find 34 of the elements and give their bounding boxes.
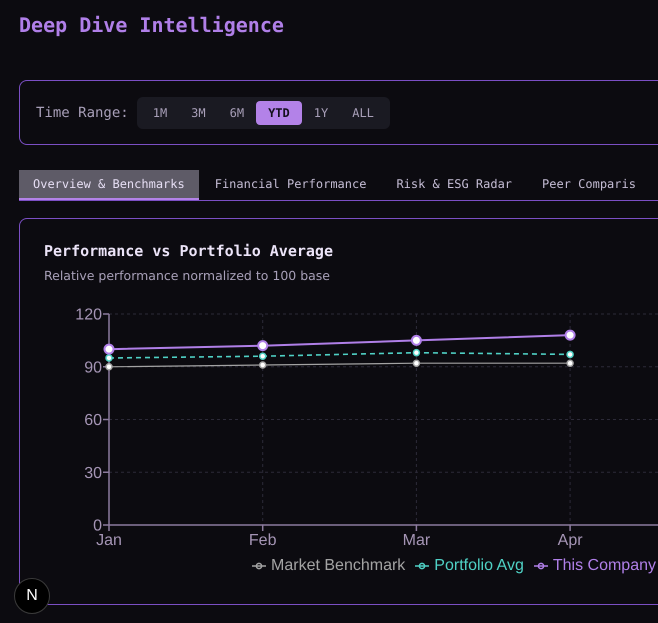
tab[interactable]: Financial Performance bbox=[200, 170, 380, 200]
y-axis-label: 30 bbox=[84, 464, 102, 482]
data-point bbox=[564, 330, 576, 341]
x-axis-label: Apr bbox=[558, 532, 583, 549]
time-range-button[interactable]: 1Y bbox=[302, 101, 340, 125]
dev-tools-button[interactable]: N bbox=[14, 578, 50, 614]
card-subtitle: Relative performance normalized to 100 base bbox=[44, 267, 331, 285]
x-axis-label: Mar bbox=[402, 532, 430, 549]
data-point bbox=[412, 359, 420, 367]
tab[interactable]: Peer Comparis bbox=[528, 170, 650, 200]
time-range-button[interactable]: 6M bbox=[218, 101, 256, 125]
legend-marker-icon bbox=[534, 562, 548, 570]
y-axis-label: 120 bbox=[75, 306, 102, 324]
legend-marker-icon bbox=[415, 562, 430, 570]
tab[interactable]: Risk & ESG Radar bbox=[382, 170, 526, 200]
y-axis-label: 60 bbox=[84, 412, 102, 429]
legend-marker-icon bbox=[252, 562, 266, 570]
page-title: Deep Dive Intelligence bbox=[19, 12, 285, 38]
time-range-button[interactable]: YTD bbox=[256, 101, 302, 125]
data-point bbox=[410, 334, 422, 346]
legend-label: Market Benchmark bbox=[271, 556, 406, 576]
time-range-label: Time Range: bbox=[36, 105, 129, 121]
card-title: Performance vs Portfolio Average bbox=[44, 241, 334, 261]
tab[interactable]: Overview & Benchmarks bbox=[19, 170, 199, 200]
data-point bbox=[412, 348, 420, 356]
x-axis-label: Feb bbox=[248, 532, 276, 549]
time-range-button[interactable]: ALL bbox=[340, 101, 386, 125]
y-axis-label: 0 bbox=[93, 518, 102, 534]
time-range-button[interactable]: 1M bbox=[140, 101, 180, 125]
y-axis-label: 90 bbox=[84, 359, 102, 376]
x-axis-label: Jan bbox=[96, 532, 122, 549]
time-range-button[interactable]: 3M bbox=[179, 101, 218, 125]
legend-label: Portfolio Avg bbox=[434, 556, 524, 576]
legend-label: This Company bbox=[552, 556, 656, 576]
